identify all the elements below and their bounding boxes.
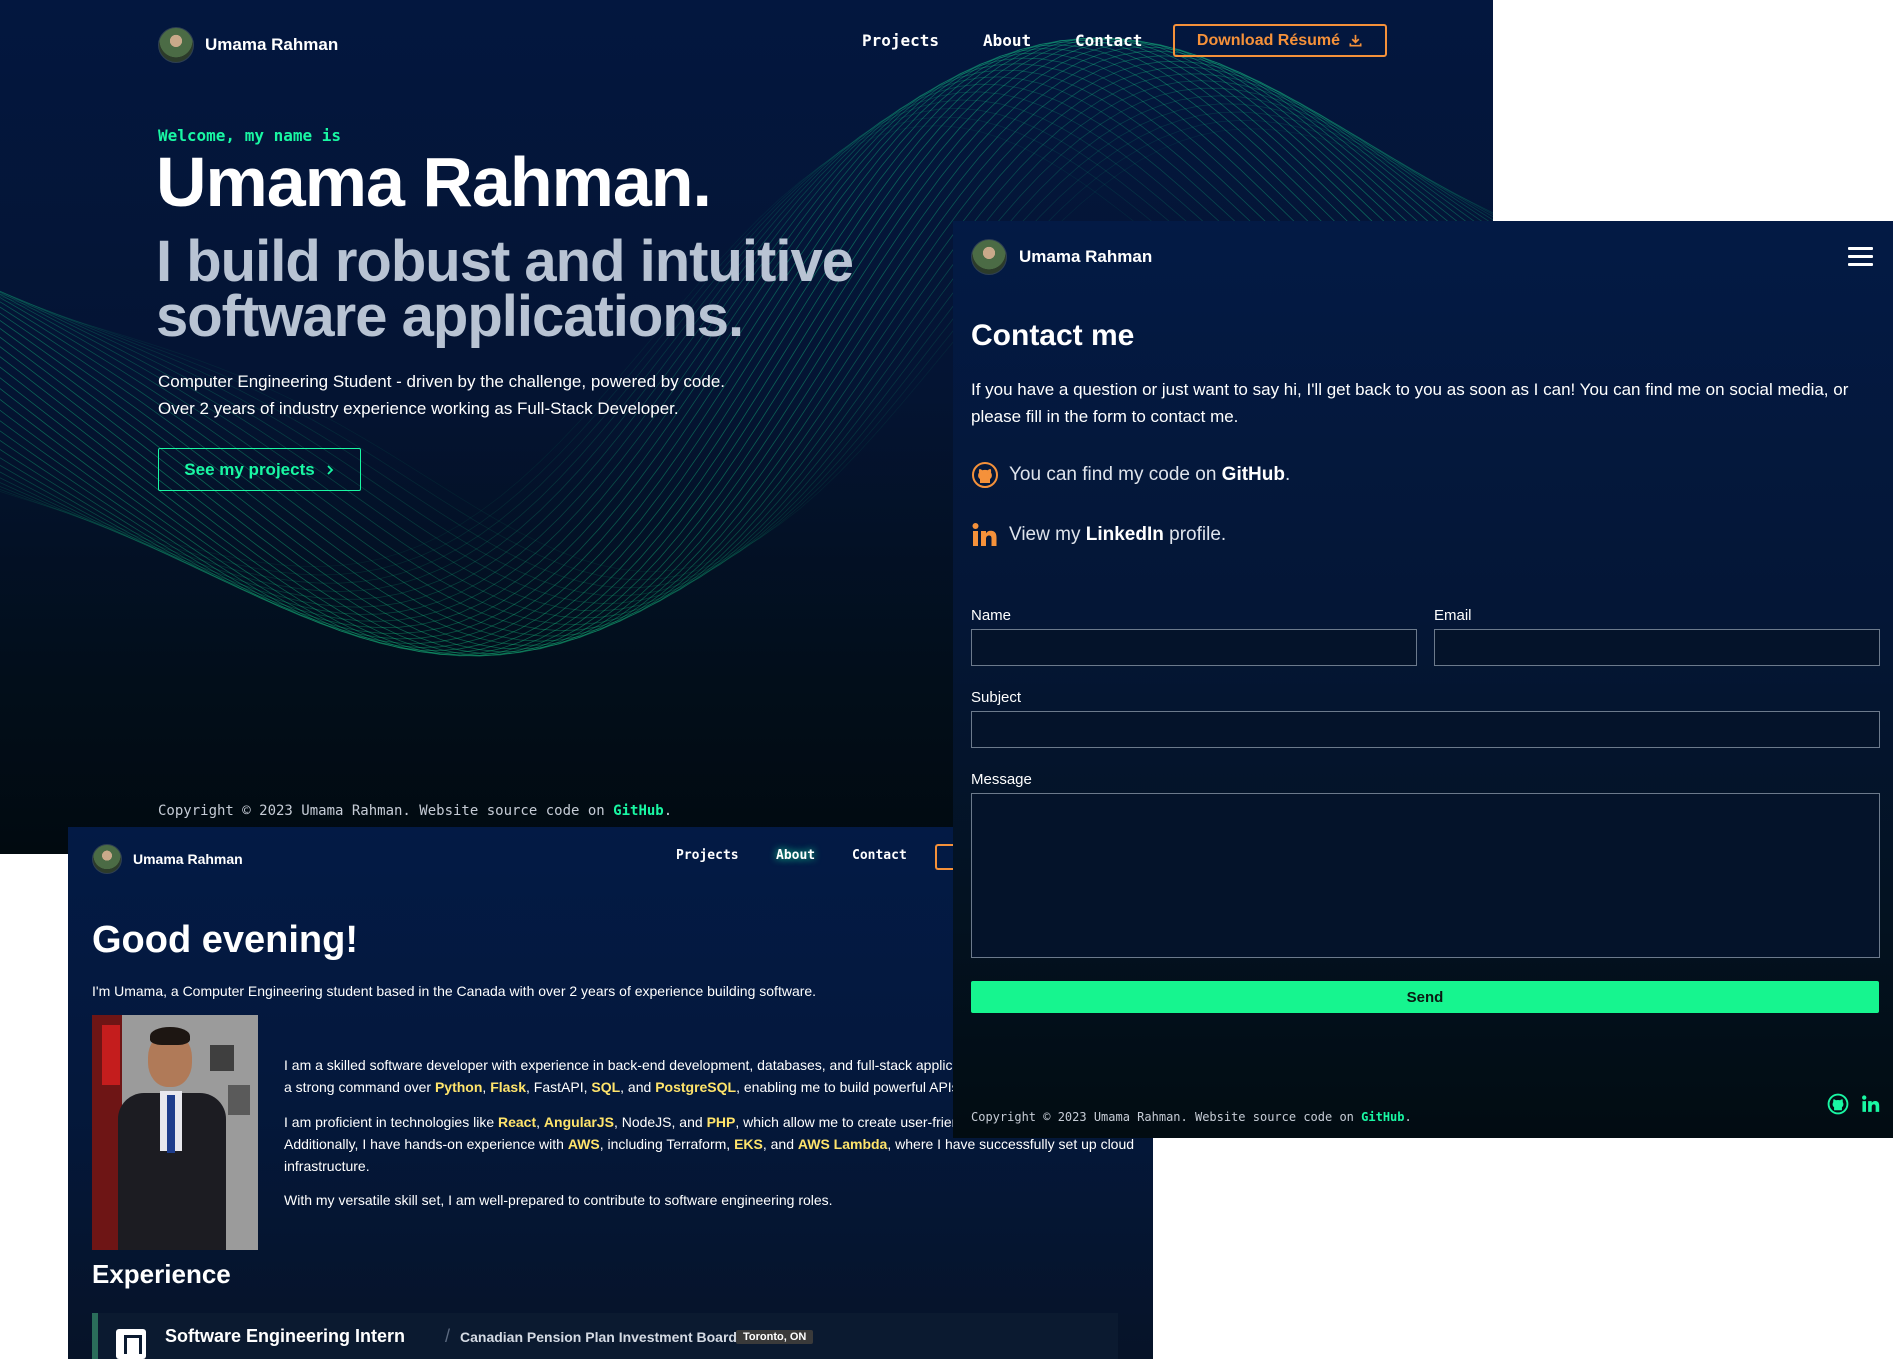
linkedin-row: View my LinkedIn profile. (971, 521, 1226, 549)
message-label: Message (971, 771, 1032, 788)
github-link[interactable]: GitHub (1222, 464, 1285, 485)
chevron-right-icon (327, 464, 333, 475)
footer-github-link[interactable]: GitHub (1361, 1110, 1404, 1124)
experience-title: Experience (92, 1259, 231, 1289)
para2-line3: infrastructure. (284, 1158, 370, 1174)
about-intro: I'm Umama, a Computer Engineering studen… (92, 983, 817, 999)
job-organization: Canadian Pension Plan Investment Board (460, 1329, 737, 1345)
see-projects-label: See my projects (184, 459, 315, 479)
brand[interactable]: Umama Rahman (92, 844, 243, 874)
footer-end: . (663, 803, 673, 819)
skill-react: React (498, 1114, 537, 1130)
linkedin-icon[interactable] (1861, 1094, 1881, 1114)
github-icon[interactable] (971, 461, 999, 489)
message-textarea[interactable] (971, 793, 1880, 958)
brand-name: Umama Rahman (1019, 247, 1153, 266)
name-label: Name (971, 607, 1012, 624)
github-icon[interactable] (1827, 1093, 1849, 1115)
skill-aws: AWS (567, 1136, 600, 1152)
footer-github-link[interactable]: GitHub (613, 803, 664, 819)
see-projects-button[interactable]: See my projects (158, 448, 361, 491)
email-input[interactable] (1434, 629, 1880, 666)
nav-contact[interactable]: Contact (852, 848, 907, 863)
skill-flask: Flask (490, 1079, 527, 1095)
github-row-prefix: You can find my code on (1009, 464, 1222, 485)
skill-aws-lambda: AWS Lambda (797, 1136, 888, 1152)
skill-angularjs: AngularJS (543, 1114, 614, 1130)
hero-tagline: I build robust and intuitive software ap… (156, 229, 854, 349)
skill-python: Python (434, 1079, 483, 1095)
profile-photo (92, 1015, 258, 1250)
footer-social-icons (1827, 1093, 1881, 1115)
name-input[interactable] (971, 629, 1417, 666)
company-logo (116, 1329, 146, 1359)
nav-about[interactable]: About (776, 848, 815, 863)
skill-eks: EKS (734, 1136, 763, 1152)
hero-desc-line2: Over 2 years of industry experience work… (158, 399, 679, 418)
download-resume-button[interactable]: Download Résumé (1173, 24, 1387, 57)
footer-copyright: Copyright © 2023 Umama Rahman. Website s… (971, 1110, 1412, 1124)
brand-name: Umama Rahman (133, 851, 243, 867)
linkedin-row-prefix: View my (1009, 524, 1086, 545)
subject-input[interactable] (971, 711, 1880, 748)
brand-name: Umama Rahman (205, 35, 339, 54)
footer-text: Copyright © 2023 Umama Rahman. Website s… (971, 1110, 1362, 1124)
hero-name: Umama Rahman. (156, 143, 712, 221)
email-label: Email (1434, 607, 1472, 624)
nav-about[interactable]: About (983, 31, 1031, 50)
greeting: Good evening! (92, 919, 358, 961)
brand[interactable]: Umama Rahman (158, 27, 338, 63)
contact-description: If you have a question or just want to s… (971, 380, 1849, 426)
about-paragraph-3: With my versatile skill set, I am well-p… (284, 1192, 833, 1208)
linkedin-icon[interactable] (971, 521, 999, 549)
skill-postgresql: PostgreSQL (655, 1079, 737, 1095)
experience-card[interactable]: Software Engineering Intern / Canadian P… (92, 1313, 1118, 1359)
hero-desc-line1: Computer Engineering Student - driven by… (158, 372, 726, 391)
linkedin-row-suffix: profile. (1163, 524, 1227, 545)
github-row: You can find my code on GitHub. (971, 461, 1290, 489)
hero-description: Computer Engineering Student - driven by… (158, 368, 725, 422)
brand[interactable]: Umama Rahman (971, 239, 1152, 275)
linkedin-link[interactable]: LinkedIn (1086, 524, 1164, 545)
send-button[interactable]: Send (971, 981, 1879, 1013)
nav-projects[interactable]: Projects (862, 31, 939, 50)
avatar (971, 239, 1007, 275)
skill-sql: SQL (591, 1079, 621, 1095)
contact-page: Umama Rahman Contact me If you have a qu… (953, 221, 1893, 1138)
job-location-badge: Toronto, ON (736, 1330, 814, 1344)
footer-copyright: Copyright © 2023 Umama Rahman. Website s… (158, 803, 672, 819)
nav-projects[interactable]: Projects (676, 848, 739, 863)
footer-text: Copyright © 2023 Umama Rahman. Website s… (158, 803, 614, 819)
nav-contact[interactable]: Contact (1075, 31, 1142, 50)
job-separator: / (445, 1326, 451, 1346)
hamburger-menu-icon[interactable] (1848, 247, 1873, 271)
avatar (158, 27, 194, 63)
skill-php: PHP (706, 1114, 736, 1130)
job-role: Software Engineering Intern (165, 1326, 406, 1346)
avatar (92, 844, 122, 874)
contact-title: Contact me (971, 319, 1135, 352)
download-icon (1349, 34, 1362, 47)
footer-end: . (1404, 1110, 1412, 1124)
subject-label: Subject (971, 689, 1022, 706)
github-row-suffix: . (1285, 464, 1291, 485)
resume-label: Download Résumé (1196, 31, 1341, 49)
